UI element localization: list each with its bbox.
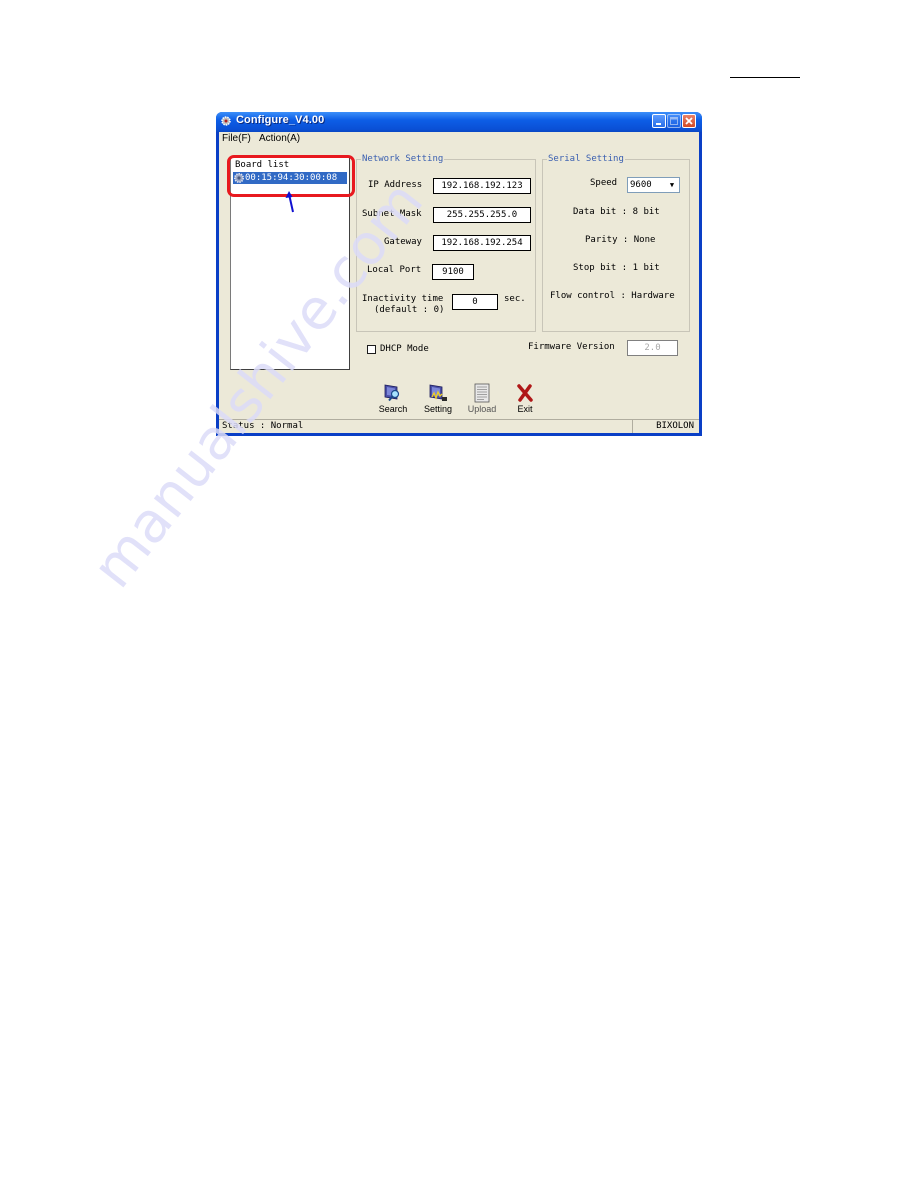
exit-x-icon (517, 384, 533, 402)
client-area: File(F) Action(A) Board list 00:15:94:30… (219, 132, 699, 433)
status-brand-panel: BIXOLON (632, 420, 700, 433)
status-text: Status : Normal (222, 421, 304, 431)
close-icon (685, 117, 693, 125)
subnet-mask-label: Subnet Mask (362, 209, 422, 219)
menu-file[interactable]: File(F) (222, 133, 251, 144)
menu-bar: File(F) Action(A) (219, 132, 699, 146)
board-list-title: Board list (235, 160, 290, 170)
chevron-down-icon[interactable]: ▼ (666, 179, 678, 191)
search-label: Search (378, 404, 408, 414)
local-port-input[interactable]: 9100 (432, 264, 474, 280)
dhcp-mode-checkbox[interactable] (367, 345, 376, 354)
upload-label: Upload (467, 404, 497, 414)
upload-button[interactable]: Upload (464, 383, 500, 414)
serial-setting-group: Serial Setting Speed 9600 ▼ Data bit : 8… (542, 154, 690, 332)
flow-control-text: Flow control : Hardware (550, 291, 675, 301)
maximize-icon (670, 117, 678, 125)
gateway-input[interactable]: 192.168.192.254 (433, 235, 531, 251)
status-bar: Status : Normal BIXOLON (219, 419, 699, 434)
app-gear-icon (221, 116, 231, 126)
brand-text: BIXOLON (656, 421, 694, 431)
speed-select[interactable]: 9600 ▼ (627, 177, 680, 193)
board-mac-address: 00:15:94:30:00:08 (245, 173, 338, 183)
configure-window: Configure_V4.00 File(F) Action(A) Board … (216, 112, 702, 436)
inactivity-unit-label: sec. (504, 294, 526, 304)
network-setting-legend: Network Setting (361, 154, 445, 164)
firmware-version-label: Firmware Version (528, 342, 615, 352)
speed-label: Speed (590, 178, 618, 188)
close-button[interactable] (682, 114, 696, 128)
inactivity-default-label: (default : 0) (374, 305, 445, 315)
gateway-label: Gateway (384, 237, 422, 247)
window-title: Configure_V4.00 (236, 114, 325, 126)
inactivity-time-input[interactable]: 0 (452, 294, 498, 310)
minimize-icon (656, 123, 661, 125)
maximize-button[interactable] (667, 114, 681, 128)
exit-label: Exit (517, 404, 533, 414)
upload-icon (474, 383, 490, 403)
ip-address-input[interactable]: 192.168.192.123 (433, 178, 531, 194)
ip-address-label: IP Address (368, 180, 423, 190)
board-list-panel[interactable]: Board list 00:15:94:30:00:08 (230, 157, 350, 370)
search-button[interactable]: Search (375, 383, 411, 414)
setting-label: Setting (423, 404, 453, 414)
subnet-mask-input[interactable]: 255.255.255.0 (433, 207, 531, 223)
data-bit-text: Data bit : 8 bit (573, 207, 660, 217)
board-list-item[interactable]: 00:15:94:30:00:08 (233, 172, 347, 184)
local-port-label: Local Port (367, 265, 422, 275)
speed-value: 9600 (630, 180, 652, 190)
search-icon (384, 384, 400, 402)
minimize-button[interactable] (652, 114, 666, 128)
dhcp-mode-label: DHCP Mode (380, 344, 429, 354)
setting-icon (429, 384, 447, 401)
gear-icon (234, 173, 244, 183)
stop-bit-text: Stop bit : 1 bit (573, 263, 660, 273)
arrow-annotation-icon (285, 191, 294, 213)
exit-button[interactable]: Exit (507, 383, 543, 414)
firmware-version-field: 2.0 (627, 340, 678, 356)
network-setting-group: Network Setting IP Address 192.168.192.1… (356, 154, 536, 332)
parity-text: Parity : None (585, 235, 656, 245)
setting-button[interactable]: Setting (420, 383, 456, 414)
serial-setting-legend: Serial Setting (547, 154, 625, 164)
title-bar[interactable]: Configure_V4.00 (216, 112, 702, 132)
menu-action[interactable]: Action(A) (259, 133, 300, 144)
inactivity-time-label: Inactivity time (362, 294, 444, 304)
header-rule (730, 77, 800, 78)
